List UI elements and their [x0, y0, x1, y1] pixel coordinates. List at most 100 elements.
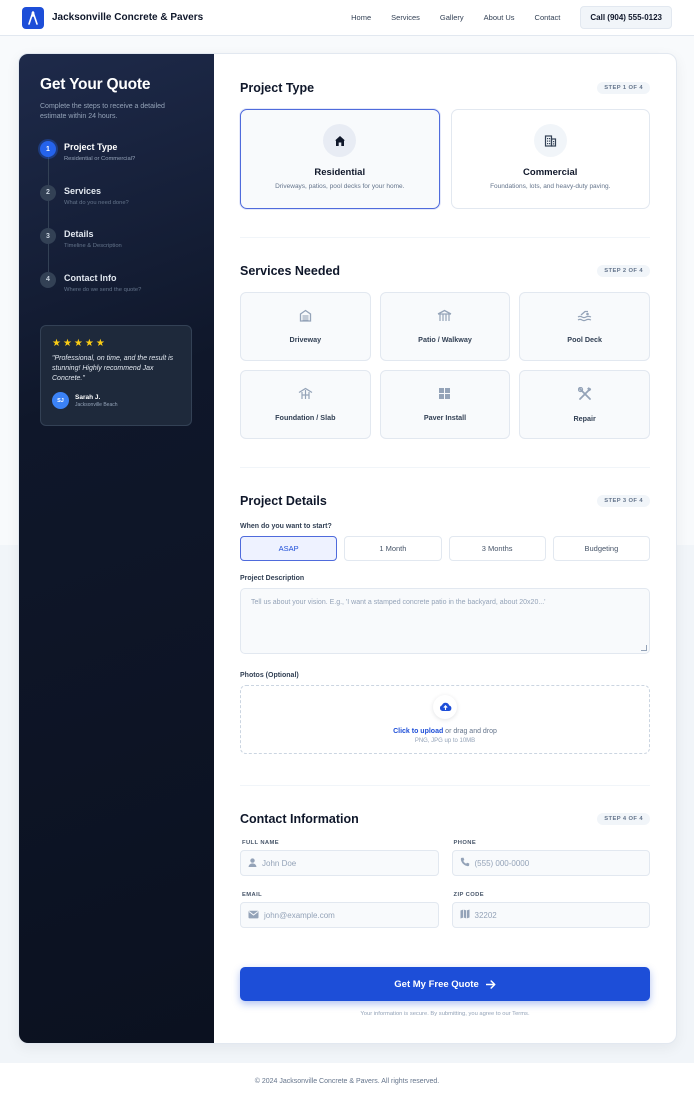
star-rating-icon: ★★★★★: [52, 338, 107, 349]
grid-icon: [438, 387, 451, 405]
step-number: 3: [40, 228, 56, 245]
step-badge: STEP 4 OF 4: [597, 813, 650, 825]
timeline-option-asap[interactable]: ASAP: [240, 536, 338, 561]
photo-upload-dropzone[interactable]: Click to upload or drag and drop PNG, JP…: [240, 685, 650, 754]
garage-icon: [299, 309, 312, 327]
service-label: Pool Deck: [567, 335, 603, 344]
step-item-contact-info[interactable]: 4 Contact Info Where do we send the quot…: [40, 271, 193, 316]
main-nav: Home Services Gallery About Us Contact C…: [351, 6, 672, 29]
upload-hint: PNG, JPG up to 10MB: [414, 738, 476, 744]
service-foundation-slab[interactable]: Foundation / Slab: [240, 370, 371, 439]
arrow-right-icon: [485, 979, 496, 989]
field-label: EMAIL: [242, 892, 263, 898]
nav-services[interactable]: Services: [391, 13, 420, 22]
sidebar-title: Get Your Quote: [40, 76, 151, 93]
reviewer: SJ Sarah J. Jacksonville Beach: [52, 392, 180, 410]
quote-card: Get Your Quote Complete the steps to rec…: [18, 53, 677, 1044]
full-name-input[interactable]: John Doe: [240, 850, 439, 876]
step-list: 1 Project Type Residential or Commercial…: [40, 141, 193, 315]
description-label: Project Description: [240, 575, 305, 582]
nav-home[interactable]: Home: [351, 13, 371, 22]
timeline-option-budgeting[interactable]: Budgeting: [552, 536, 650, 561]
timeline-options: ASAP 1 Month 3 Months Budgeting: [240, 536, 650, 561]
service-label: Repair: [573, 413, 596, 423]
testimonial-card: ★★★★★ "Professional, on time, and the re…: [40, 325, 192, 426]
step-title: Project Type: [64, 142, 118, 153]
section-title: Services Needed: [240, 264, 341, 278]
upload-text: or drag and drop: [443, 728, 497, 735]
field-placeholder: john@example.com: [264, 910, 335, 920]
brand-name[interactable]: Jacksonville Concrete & Pavers: [52, 12, 203, 23]
home-icon: [323, 124, 357, 157]
field-label: ZIP CODE: [453, 892, 484, 898]
service-repair[interactable]: Repair: [519, 370, 650, 439]
reviewer-name: Sarah J.: [75, 393, 101, 401]
step-description: Residential or Commercial?: [64, 156, 136, 163]
step-description: What do you need done?: [64, 199, 129, 206]
nav-gallery[interactable]: Gallery: [440, 13, 464, 22]
reviewer-location: Jacksonville Beach: [75, 401, 118, 408]
project-type-section: Project Type STEP 1 OF 4 Residential Dri…: [240, 81, 650, 209]
photos-label: Photos (Optional): [240, 672, 299, 679]
logo-icon[interactable]: [22, 6, 44, 29]
option-title: Residential: [314, 167, 366, 178]
services-section: Services Needed STEP 2 OF 4 Driveway Pat…: [240, 264, 650, 439]
privacy-note: Your information is secure. By submittin…: [360, 1011, 530, 1017]
service-paver-install[interactable]: Paver Install: [379, 370, 511, 439]
step-item-details[interactable]: 3 Details Timeline & Description: [40, 228, 193, 272]
project-description-input[interactable]: Tell us about your vision. E.g., 'I want…: [240, 588, 650, 654]
step-description: Where do we send the quote?: [64, 286, 142, 293]
section-title: Project Details: [240, 494, 327, 508]
avatar: SJ: [52, 392, 69, 410]
quote-sidebar: Get Your Quote Complete the steps to rec…: [19, 54, 214, 1043]
section-divider: [240, 237, 650, 238]
step-badge: STEP 2 OF 4: [597, 265, 650, 277]
email-group: EMAIL john@example.com: [240, 892, 439, 944]
service-patio-walkway[interactable]: Patio / Walkway: [379, 292, 511, 361]
quote-form: Project Type STEP 1 OF 4 Residential Dri…: [214, 54, 676, 1043]
service-pool-deck[interactable]: Pool Deck: [519, 292, 650, 361]
foundation-icon: [298, 387, 313, 405]
option-title: Commercial: [523, 167, 578, 178]
step-title: Details: [64, 229, 94, 240]
call-button[interactable]: Call (904) 555-0123: [580, 6, 672, 29]
timeline-option-3-months[interactable]: 3 Months: [448, 536, 546, 561]
timeline-option-1-month[interactable]: 1 Month: [344, 536, 442, 561]
project-type-residential[interactable]: Residential Driveways, patios, pool deck…: [240, 109, 440, 209]
email-input[interactable]: john@example.com: [240, 902, 439, 928]
user-icon: [248, 854, 257, 872]
tools-icon: [577, 386, 592, 406]
field-placeholder: John Doe: [262, 858, 297, 868]
nav-about-us[interactable]: About Us: [484, 13, 515, 22]
field-placeholder: (555) 000-0000: [474, 858, 530, 868]
building-icon: [533, 124, 567, 157]
field-label: PHONE: [453, 840, 477, 846]
service-driveway[interactable]: Driveway: [240, 292, 371, 361]
option-description: Foundations, lots, and heavy-duty paving…: [490, 183, 611, 190]
submit-quote-button[interactable]: Get My Free Quote: [240, 967, 650, 1001]
testimonial-quote: "Professional, on time, and the result i…: [52, 355, 174, 383]
step-item-services[interactable]: 2 Services What do you need done?: [40, 184, 193, 229]
mail-icon: [248, 906, 259, 924]
resize-handle[interactable]: [641, 645, 647, 651]
option-description: Driveways, patios, pool decks for your h…: [275, 183, 405, 190]
section-divider: [240, 785, 650, 786]
section-title: Contact Information: [240, 812, 359, 826]
phone-input[interactable]: (555) 000-0000: [451, 850, 650, 876]
contact-section: Contact Information STEP 4 OF 4 FULL NAM…: [240, 812, 650, 944]
project-type-commercial[interactable]: Commercial Foundations, lots, and heavy-…: [450, 109, 650, 209]
step-number: 1: [40, 141, 56, 158]
field-placeholder: 32202: [474, 910, 497, 920]
service-label: Driveway: [289, 335, 322, 344]
sidebar-subtitle: Complete the steps to receive a detailed…: [40, 103, 165, 121]
step-title: Services: [64, 185, 102, 196]
step-item-project-type[interactable]: 1 Project Type Residential or Commercial…: [40, 141, 193, 185]
phone-group: PHONE (555) 000-0000: [451, 840, 650, 892]
zip-code-input[interactable]: 32202: [451, 902, 650, 928]
phone-icon: [460, 854, 470, 872]
upload-link[interactable]: Click to upload: [393, 728, 443, 735]
site-footer: © 2024 Jacksonville Concrete & Pavers. A…: [0, 1063, 694, 1100]
step-badge: STEP 3 OF 4: [597, 495, 650, 507]
nav-contact[interactable]: Contact: [535, 13, 561, 22]
step-badge: STEP 1 OF 4: [597, 82, 650, 94]
